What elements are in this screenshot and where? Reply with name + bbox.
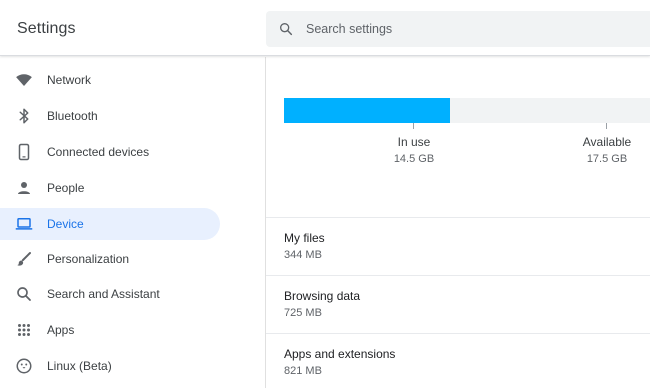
bluetooth-icon	[19, 108, 29, 124]
sidebar: Network Bluetooth Connected devices Peop…	[0, 57, 265, 388]
storage-panel: In use 14.5 GB Available 17.5 GB My file…	[266, 57, 650, 388]
sidebar-item-personalization[interactable]: Personalization	[0, 243, 220, 275]
section-divider	[266, 217, 650, 218]
storage-row-apps-and-extensions[interactable]: Apps and extensions 821 MB	[266, 347, 650, 388]
apps-grid-icon	[18, 324, 30, 336]
sidebar-item-people[interactable]: People	[0, 172, 220, 204]
storage-row-browsing-data[interactable]: Browsing data 725 MB	[266, 289, 650, 347]
top-bar: Settings	[0, 0, 650, 56]
linux-penguin-icon	[16, 358, 32, 374]
row-title: My files	[284, 231, 325, 245]
phone-icon	[18, 143, 30, 161]
sidebar-item-label: People	[47, 181, 85, 195]
sidebar-item-label: Personalization	[47, 252, 130, 266]
sidebar-item-network[interactable]: Network	[0, 64, 220, 96]
search-icon[interactable]	[278, 21, 294, 37]
available-label: Available	[582, 135, 632, 149]
sidebar-item-label: Search and Assistant	[47, 287, 160, 301]
search-box[interactable]	[266, 11, 650, 47]
in-use-tick	[413, 123, 414, 129]
search-icon	[17, 287, 31, 301]
settings-app: Settings Network Bluetooth	[0, 0, 650, 388]
sidebar-item-search-and-assistant[interactable]: Search and Assistant	[0, 278, 220, 310]
sidebar-item-label: Network	[47, 73, 92, 87]
storage-row-my-files[interactable]: My files 344 MB	[266, 231, 650, 289]
sidebar-item-connected-devices[interactable]: Connected devices	[0, 136, 220, 168]
row-title: Browsing data	[284, 289, 361, 303]
sidebar-item-label: Bluetooth	[47, 109, 98, 123]
in-use-value: 14.5 GB	[393, 153, 435, 165]
sidebar-item-label: Connected devices	[47, 145, 150, 159]
sidebar-item-label: Linux (Beta)	[47, 359, 112, 373]
row-value: 725 MB	[284, 307, 322, 319]
brush-icon	[17, 252, 31, 266]
available-tick	[606, 123, 607, 129]
page-title: Settings	[17, 20, 76, 37]
row-value: 821 MB	[284, 365, 322, 377]
available-value: 17.5 GB	[586, 153, 628, 165]
sidebar-item-bluetooth[interactable]: Bluetooth	[0, 100, 220, 132]
row-title: Apps and extensions	[284, 347, 396, 361]
laptop-icon	[15, 218, 33, 230]
storage-usage-bar	[284, 98, 650, 123]
wifi-icon	[16, 74, 32, 86]
in-use-label: In use	[397, 135, 431, 149]
row-divider	[266, 275, 650, 276]
sidebar-item-apps[interactable]: Apps	[0, 314, 220, 346]
sidebar-item-label: Device	[47, 217, 84, 231]
sidebar-item-device[interactable]: Device	[0, 208, 220, 240]
search-input[interactable]	[306, 11, 636, 47]
person-icon	[18, 182, 30, 194]
storage-used-fill	[284, 98, 450, 123]
row-divider	[266, 333, 650, 334]
sidebar-item-linux[interactable]: Linux (Beta)	[0, 350, 220, 382]
sidebar-item-label: Apps	[47, 323, 75, 337]
row-value: 344 MB	[284, 249, 322, 261]
